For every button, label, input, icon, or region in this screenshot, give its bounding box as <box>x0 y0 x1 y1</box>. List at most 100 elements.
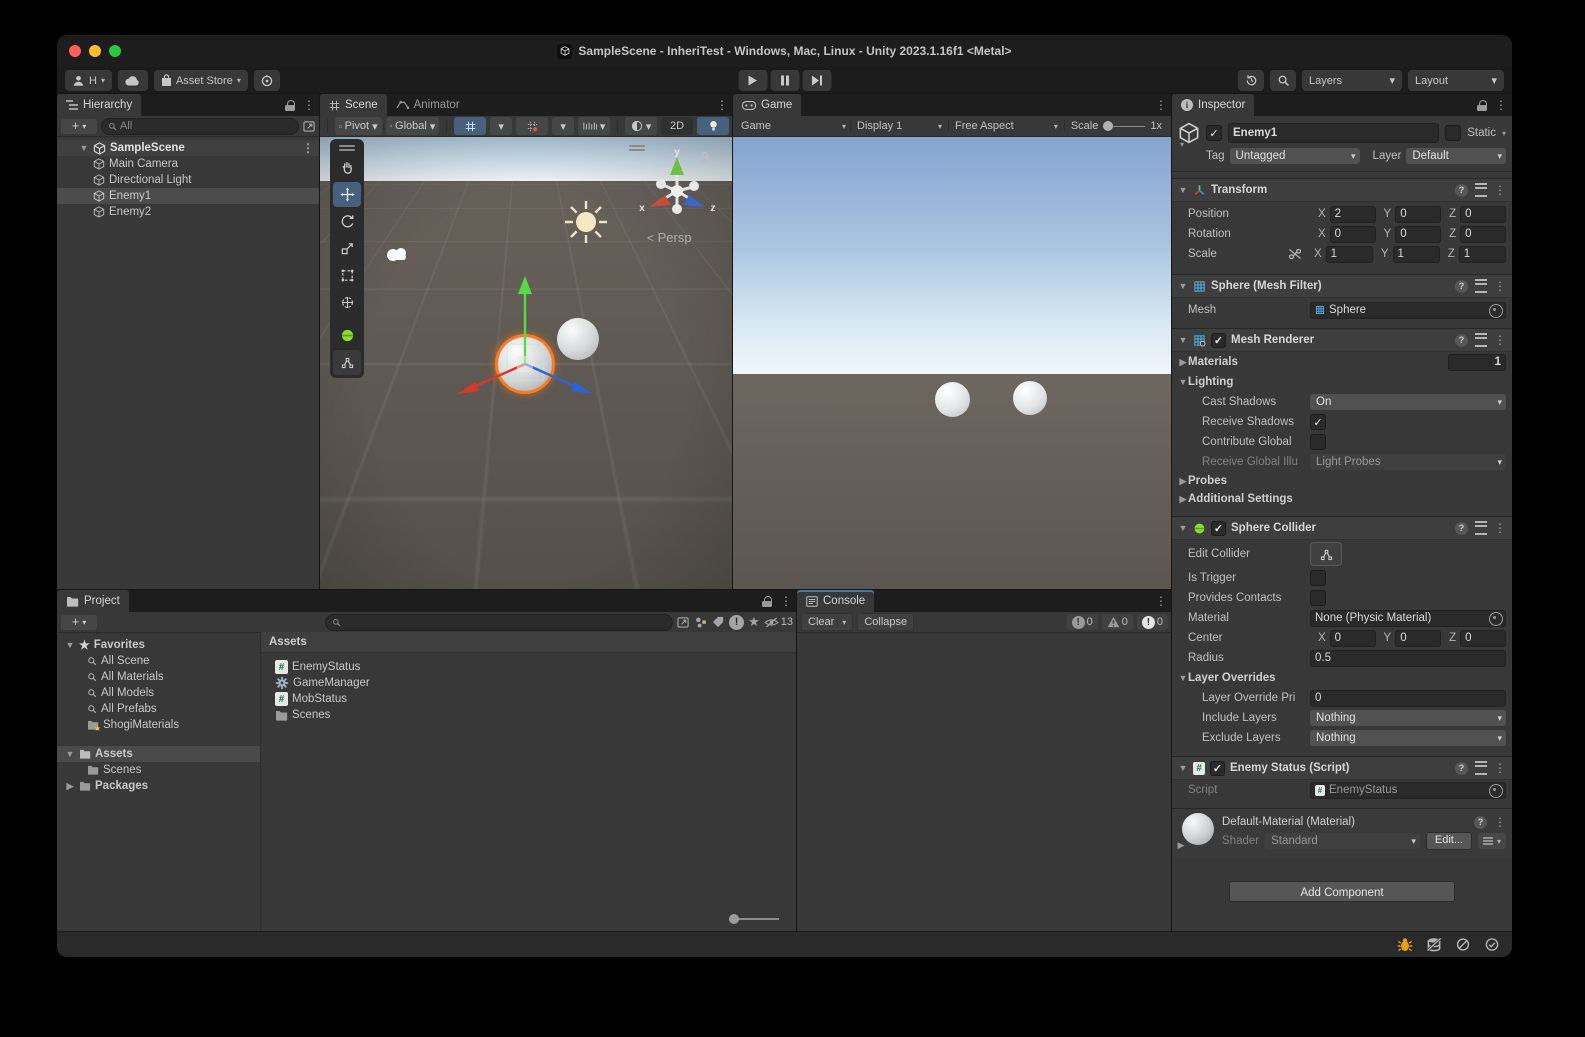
assets-breadcrumb[interactable]: Assets <box>261 632 797 653</box>
component-menu-icon[interactable]: ⋮ <box>1494 761 1506 775</box>
asset-zoom-knob[interactable] <box>729 914 739 924</box>
probes-foldout[interactable]: ▶ Probes <box>1172 472 1512 490</box>
center-x-field[interactable]: 0 <box>1329 629 1376 647</box>
lock-icon[interactable] <box>1477 99 1487 111</box>
object-picker-icon[interactable] <box>1489 303 1503 318</box>
tree-all-prefabs[interactable]: All Prefabs <box>57 701 260 717</box>
edit-collider-button[interactable] <box>1310 542 1342 566</box>
display-dropdown[interactable]: Display 1 ▾ <box>851 120 949 132</box>
pivot-dropdown[interactable]: Pivot ▾ <box>334 117 382 135</box>
minimize-button[interactable] <box>89 45 101 57</box>
hierarchy-item-directional-light[interactable]: Directional Light <box>57 172 320 188</box>
project-menu-icon[interactable]: ⋮ <box>780 594 792 608</box>
position-y-field[interactable]: 0 <box>1395 205 1442 223</box>
collapse-button[interactable]: Collapse <box>857 613 915 631</box>
error-count-badge[interactable]: ! 0 <box>1136 614 1168 630</box>
tab-project[interactable]: Project <box>57 590 129 612</box>
asset-scenes-folder[interactable]: Scenes <box>261 707 797 723</box>
link-broken-icon[interactable] <box>1288 248 1302 260</box>
presets-icon[interactable] <box>1475 761 1487 775</box>
game-menu-icon[interactable]: ⋮ <box>1155 98 1167 112</box>
receive-gi-dropdown[interactable]: Light Probes <box>1310 454 1506 470</box>
help-icon[interactable]: ? <box>1455 521 1468 535</box>
foldout-icon[interactable]: ▼ <box>1178 763 1188 773</box>
material-menu-icon[interactable]: ⋮ <box>1494 815 1506 829</box>
mesh-renderer-header[interactable]: ▼ ✓ Mesh Renderer ? ⋮ <box>1172 328 1512 352</box>
layer-dropdown[interactable]: Default <box>1406 148 1506 164</box>
enemy-status-header[interactable]: ▼ # ✓ Enemy Status (Script) ? ⋮ <box>1172 756 1512 780</box>
hierarchy-item-main-camera[interactable]: Main Camera <box>57 156 320 172</box>
rotation-y-field[interactable]: 0 <box>1395 225 1442 243</box>
asset-zoom-slider[interactable] <box>729 914 779 924</box>
position-x-field[interactable]: 2 <box>1329 205 1376 223</box>
lighting-foldout[interactable]: ▼ Lighting <box>1172 372 1512 392</box>
help-icon[interactable]: ? <box>1455 183 1468 197</box>
material-properties-button[interactable]: ▾ <box>1477 833 1506 849</box>
static-checkbox[interactable] <box>1445 125 1462 141</box>
component-menu-icon[interactable]: ⋮ <box>1494 333 1506 347</box>
search-by-label-icon[interactable] <box>712 616 725 628</box>
materials-count-field[interactable]: 1 <box>1448 353 1506 371</box>
transform-header[interactable]: ▼ Transform ? ⋮ <box>1172 178 1512 202</box>
console-log-area[interactable] <box>797 633 1172 932</box>
hierarchy-item-enemy2[interactable]: Enemy2 <box>57 204 320 220</box>
sphere-collider-header[interactable]: ▼ ✓ Sphere Collider ? ⋮ <box>1172 516 1512 540</box>
include-layers-dropdown[interactable]: Nothing <box>1310 710 1506 726</box>
foldout-icon[interactable]: ▼ <box>1178 281 1188 291</box>
maximize-button[interactable] <box>109 45 121 57</box>
favorites-filter-icon[interactable]: ★ <box>748 614 760 630</box>
overlay-drag-handle[interactable] <box>629 145 645 147</box>
additional-settings-foldout[interactable]: ▶ Additional Settings <box>1172 490 1512 508</box>
foldout-icon[interactable]: ▼ <box>79 143 89 153</box>
gameobject-icon[interactable]: ▾ <box>1178 122 1200 149</box>
mesh-filter-header[interactable]: ▼ Sphere (Mesh Filter) ? ⋮ <box>1172 274 1512 298</box>
material-foldout-icon[interactable]: ▶ <box>1176 840 1186 851</box>
hierarchy-item-enemy1[interactable]: Enemy1 <box>57 188 320 204</box>
asset-enemystatus[interactable]: # EnemyStatus <box>261 659 797 675</box>
tab-inspector[interactable]: i Inspector <box>1172 94 1255 116</box>
services-button[interactable] <box>253 70 280 91</box>
increment-snap-button[interactable]: ▾ <box>578 117 611 135</box>
asset-store-button[interactable]: Asset Store ▾ <box>153 70 248 91</box>
materials-foldout[interactable]: ▶ Materials 1 <box>1172 352 1512 372</box>
component-enabled-checkbox[interactable]: ✓ <box>1211 332 1226 348</box>
collab-disabled-icon[interactable] <box>1455 937 1471 952</box>
play-button[interactable] <box>738 70 767 91</box>
position-z-field[interactable]: 0 <box>1460 205 1506 223</box>
lock-icon[interactable] <box>285 99 295 111</box>
shader-dropdown[interactable]: Standard <box>1265 833 1420 849</box>
lock-icon[interactable] <box>762 595 772 607</box>
create-button[interactable]: + ▾ <box>61 118 97 134</box>
bake-status-icon[interactable] <box>1397 937 1413 952</box>
tab-scene[interactable]: Scene <box>320 94 387 116</box>
static-dropdown-arrow[interactable]: ▾ <box>1502 129 1506 138</box>
move-tool[interactable] <box>333 182 361 207</box>
add-component-button[interactable]: Add Component <box>1229 881 1455 902</box>
search-by-type-icon[interactable] <box>694 616 708 629</box>
name-field[interactable]: Enemy1 <box>1228 123 1440 143</box>
lock-icon[interactable] <box>699 151 710 164</box>
mesh-object-field[interactable]: Sphere <box>1310 301 1506 319</box>
overlay-drag-handle[interactable] <box>339 142 355 154</box>
hand-tool[interactable] <box>333 155 361 180</box>
component-menu-icon[interactable]: ⋮ <box>1494 279 1506 293</box>
radius-field[interactable]: 0.5 <box>1310 649 1506 667</box>
warning-count-badge[interactable]: 0 <box>1101 614 1133 630</box>
shading-mode-dropdown[interactable]: ▾ <box>625 117 658 135</box>
2d-toggle[interactable]: 2D <box>661 117 694 135</box>
layer-overrides-foldout[interactable]: ▼ Layer Overrides <box>1172 668 1512 688</box>
tag-dropdown[interactable]: Untagged <box>1229 148 1360 164</box>
tree-assets[interactable]: ▼ Assets <box>57 746 260 762</box>
script-object-field[interactable]: # EnemyStatus <box>1310 781 1506 799</box>
scale-tool[interactable] <box>333 236 361 261</box>
snap-arrow[interactable]: ▾ <box>552 117 575 135</box>
presets-icon[interactable] <box>1475 279 1487 293</box>
hierarchy-menu-icon[interactable]: ⋮ <box>303 98 315 112</box>
scene-lighting-toggle[interactable] <box>697 117 730 135</box>
priority-field[interactable]: 0 <box>1310 689 1506 707</box>
presets-icon[interactable] <box>1475 183 1487 197</box>
foldout-icon[interactable]: ▼ <box>1178 335 1188 345</box>
rotate-tool[interactable] <box>333 209 361 234</box>
grid-visibility-toggle[interactable] <box>454 117 487 135</box>
sphere-collider-tool[interactable] <box>333 323 361 348</box>
